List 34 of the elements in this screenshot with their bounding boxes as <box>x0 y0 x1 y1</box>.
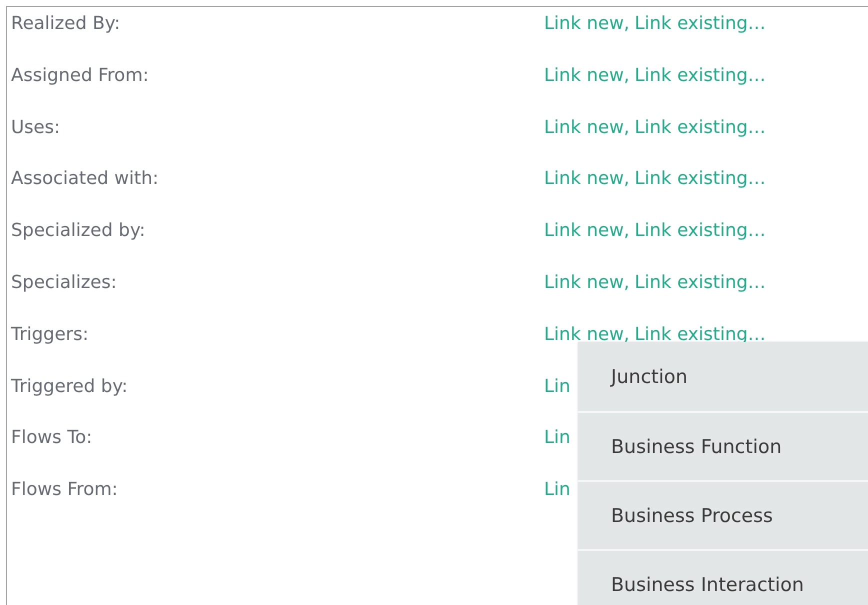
relation-label: Associated with: <box>10 167 160 192</box>
link-separator: , <box>624 219 630 244</box>
link[interactable]: Lin <box>544 374 570 400</box>
relation-label: Flows To: <box>10 426 94 450</box>
relation-label: Specialized by: <box>10 219 146 244</box>
link-separator: , <box>624 270 630 295</box>
relation-label: Specializes: <box>10 270 118 295</box>
relation-label: Triggered by: <box>10 374 129 399</box>
link[interactable]: Link new <box>544 270 624 296</box>
link[interactable]: Link new <box>544 114 624 141</box>
link[interactable]: Link existing… <box>634 62 766 89</box>
link-separator: , <box>624 12 630 36</box>
link[interactable]: Lin <box>544 425 570 452</box>
link[interactable]: Lin <box>544 477 570 504</box>
menu-item[interactable]: Business Function <box>578 411 868 480</box>
link[interactable]: Link new <box>544 166 624 192</box>
link[interactable]: Link existing… <box>634 166 766 192</box>
link[interactable]: Link new <box>544 62 624 89</box>
link[interactable]: Link new <box>544 11 624 37</box>
relation-label: Flows From: <box>10 478 119 502</box>
menu-item[interactable]: Business Process <box>578 480 868 549</box>
menu-item[interactable]: Business Interaction <box>578 549 868 605</box>
link-separator: , <box>624 116 630 140</box>
relation-label: Realized By: <box>10 12 122 36</box>
relation-label: Uses: <box>10 116 62 140</box>
link[interactable]: Link existing… <box>634 270 766 296</box>
link[interactable]: Link existing… <box>634 218 766 244</box>
link-separator: , <box>624 167 630 192</box>
link[interactable]: Link new <box>544 218 624 244</box>
link-separator: , <box>624 64 630 88</box>
relation-label: Triggers: <box>10 322 90 347</box>
link[interactable]: Link existing… <box>634 11 766 37</box>
relation-label: Assigned From: <box>10 64 150 88</box>
link[interactable]: Link existing… <box>634 114 766 141</box>
